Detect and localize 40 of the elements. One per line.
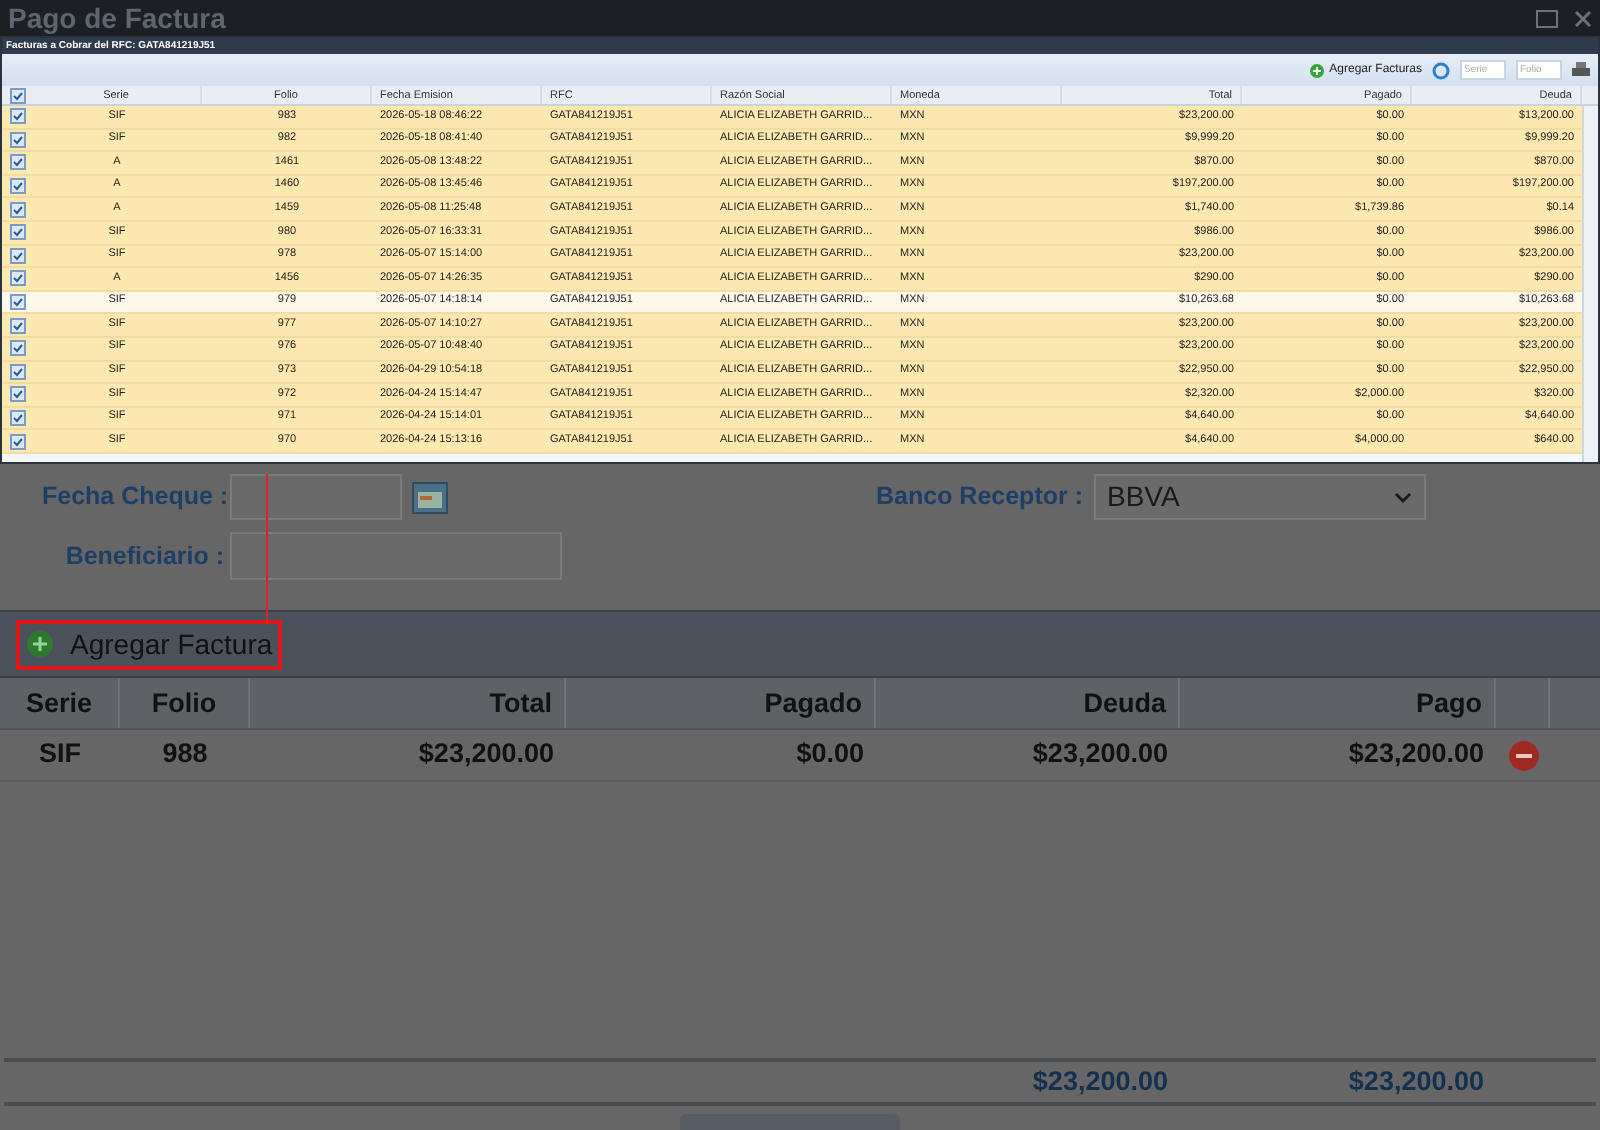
plus-icon bbox=[1309, 63, 1324, 77]
checkbox[interactable] bbox=[9, 340, 25, 357]
checkbox[interactable] bbox=[9, 224, 25, 241]
debt-total: $23,200.00 bbox=[1030, 1063, 1170, 1100]
table-cell-text: $23,200.00 bbox=[416, 736, 554, 773]
checkbox[interactable] bbox=[9, 386, 25, 403]
window-title: Pago de Factura bbox=[8, 4, 226, 32]
table-cell-text: 988 bbox=[160, 736, 210, 773]
table-cell-text: $23,200.00 bbox=[1346, 736, 1484, 773]
checkbox[interactable] bbox=[9, 87, 25, 103]
checkbox[interactable] bbox=[9, 270, 25, 287]
plus-icon bbox=[26, 630, 54, 658]
checkbox[interactable] bbox=[9, 410, 25, 427]
cheque-date-label: Fecha Cheque : bbox=[42, 480, 230, 515]
refresh-icon[interactable] bbox=[1432, 61, 1450, 79]
close-icon[interactable] bbox=[1574, 9, 1592, 27]
beneficiary-field[interactable] bbox=[230, 532, 562, 580]
table-cell-text: $23,200.00 bbox=[1030, 736, 1168, 773]
remove-icon[interactable] bbox=[1508, 739, 1540, 771]
beneficiary-label: Beneficiario : bbox=[63, 539, 226, 574]
checkbox[interactable] bbox=[9, 201, 25, 218]
table-cell-text: SIF bbox=[36, 736, 83, 773]
checkbox[interactable] bbox=[9, 294, 25, 311]
cheque-date-field[interactable] bbox=[230, 474, 402, 520]
checkbox[interactable] bbox=[9, 317, 25, 334]
checkbox[interactable] bbox=[9, 363, 25, 380]
receiving-bank-label: Banco Receptor : bbox=[876, 480, 1083, 515]
checkbox[interactable] bbox=[9, 433, 25, 450]
calendar-icon[interactable] bbox=[412, 481, 448, 513]
payment-total: $23,200.00 bbox=[1346, 1063, 1486, 1100]
scrollbar[interactable] bbox=[1582, 106, 1598, 462]
print-icon[interactable] bbox=[1572, 62, 1590, 78]
table-cell-text: $0.00 bbox=[794, 736, 864, 773]
chevron-down-icon bbox=[1393, 491, 1411, 503]
checkbox[interactable] bbox=[9, 247, 25, 264]
checkbox[interactable] bbox=[9, 154, 25, 171]
checkbox[interactable] bbox=[9, 108, 25, 125]
maximize-icon[interactable] bbox=[1536, 9, 1558, 27]
checkbox[interactable] bbox=[9, 131, 25, 148]
checkbox[interactable] bbox=[9, 178, 25, 195]
